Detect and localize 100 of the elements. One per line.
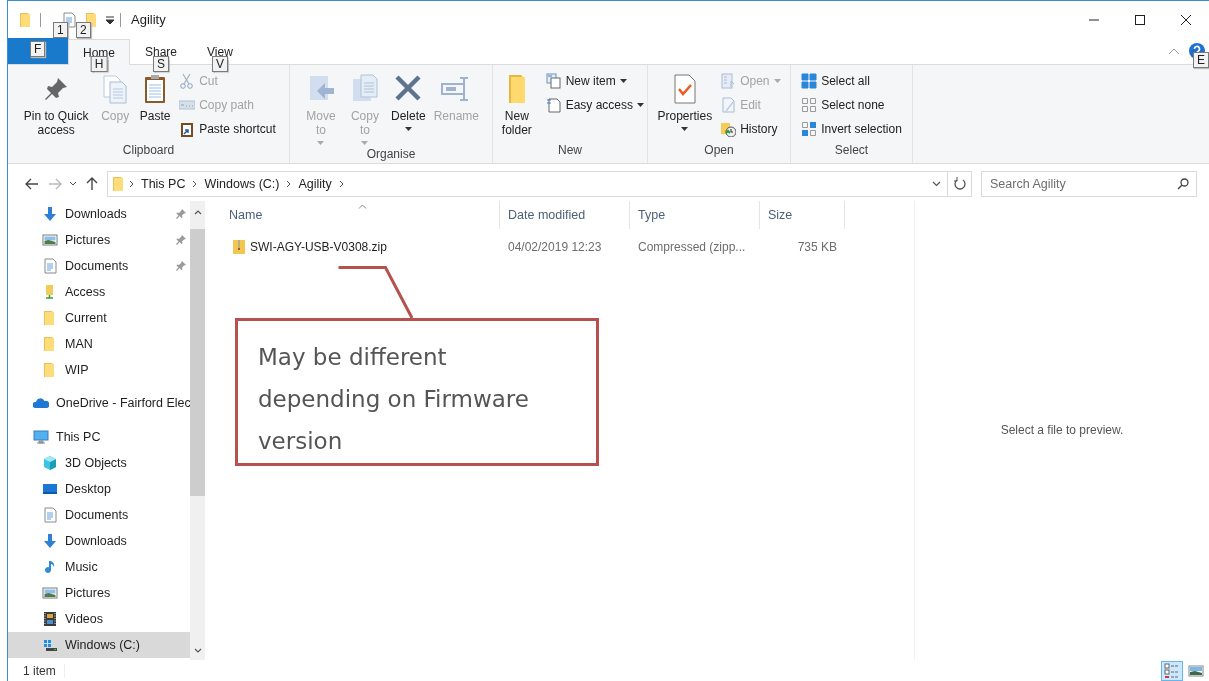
callout-note: May be different depending on Firmware version [235, 318, 599, 466]
pin-icon [176, 209, 186, 219]
keytip: 2 [76, 22, 91, 38]
nav-item[interactable]: WIP [8, 357, 190, 383]
chevron-right-icon [286, 179, 292, 188]
nav-item[interactable]: Desktop [8, 476, 190, 502]
ribbon-button[interactable]: Select none [798, 93, 905, 116]
nav-item[interactable]: Current [8, 305, 190, 331]
nav-item[interactable]: Music [8, 554, 190, 580]
group-label: Open [703, 143, 735, 159]
item-count: 1 item [23, 663, 65, 678]
chevron-down-icon [69, 181, 77, 186]
nav-item[interactable]: Videos [8, 606, 190, 632]
select-all-icon [801, 72, 818, 89]
nav-item[interactable]: Pictures [8, 580, 190, 606]
ribbon-button[interactable]: New item [542, 69, 647, 92]
ribbon-button[interactable]: Select all [798, 69, 905, 92]
group-label: New [557, 143, 583, 159]
nav-item[interactable]: Documents [8, 502, 190, 528]
desktop-icon [42, 481, 58, 497]
shortcut-icon [179, 120, 196, 137]
address-dropdown-icon[interactable] [932, 180, 941, 187]
keytip: S [153, 56, 170, 72]
group-label: Select [833, 143, 870, 159]
up-icon [85, 176, 98, 191]
view-button[interactable] [1161, 660, 1183, 681]
nav-item[interactable]: Downloads [8, 201, 190, 227]
caret-icon [681, 127, 689, 131]
chevron-right-icon [338, 179, 344, 188]
preview-message: Select a file to preview. [1000, 422, 1124, 437]
column-header[interactable]: Size [760, 201, 845, 229]
nav-item[interactable]: Downloads [8, 528, 190, 554]
group-label: Clipboard [121, 143, 176, 159]
caret-icon [361, 141, 369, 145]
nav-item[interactable]: Windows (C:) [8, 632, 190, 658]
column-header[interactable]: Date modified [500, 201, 630, 229]
column-header[interactable]: Type [630, 201, 760, 229]
table-cell-text: 04/02/2019 12:23 [507, 240, 603, 254]
cube-icon [42, 455, 58, 471]
table-cell-text: 735 KB [796, 240, 838, 254]
document-icon [42, 258, 58, 274]
maximize-icon [1135, 14, 1145, 25]
nav-item[interactable]: This PC [8, 424, 190, 450]
ribbon-button[interactable]: Properties [654, 69, 716, 133]
ribbon-button[interactable]: History [717, 117, 784, 140]
scroll-up-icon[interactable] [193, 210, 202, 215]
collapse-ribbon-icon[interactable] [1169, 48, 1179, 54]
keytip: F [30, 41, 46, 57]
breadcrumb[interactable]: This PC [136, 176, 191, 191]
forward-icon [47, 177, 62, 190]
nav-item[interactable]: Pictures [8, 227, 190, 253]
drive-icon [42, 637, 58, 653]
ribbon-button[interactable]: Pin to Quick access [18, 69, 95, 139]
document-icon [42, 507, 58, 523]
keytip: 1 [53, 22, 68, 38]
caret-icon [773, 78, 781, 83]
ribbon-button[interactable]: Delete [387, 69, 429, 133]
picture-icon [42, 585, 58, 601]
ribbon-button[interactable]: Easy access [542, 93, 647, 116]
file-name[interactable]: SWI-AGY-USB-V0308.zip [250, 240, 387, 254]
ribbon-button[interactable]: Invert selection [798, 117, 905, 140]
chevron-right-icon [192, 179, 198, 188]
keytip: H [90, 56, 108, 72]
ribbon-button[interactable]: New folder [493, 69, 541, 139]
chevron-right-icon [129, 179, 134, 188]
breadcrumb[interactable]: Windows (C:) [199, 176, 285, 191]
customize-caret-icon[interactable] [106, 15, 114, 24]
scroll-down-icon[interactable] [193, 648, 202, 653]
details-view-icon [1164, 662, 1180, 679]
scissors-icon [179, 72, 196, 89]
nav-item[interactable]: Access [8, 279, 190, 305]
keytip: V [211, 56, 228, 72]
caret-icon [619, 78, 627, 83]
nav-item[interactable]: MAN [8, 331, 190, 357]
caret-icon [637, 102, 644, 107]
keytip: E [1193, 52, 1209, 68]
download-icon [42, 206, 58, 222]
large-icons-view-icon [1188, 662, 1204, 679]
nav-item[interactable]: OneDrive - Fairford Elec [8, 390, 190, 416]
column-header[interactable]: Name [205, 201, 500, 229]
zip-folder-icon [232, 239, 246, 255]
computer-icon [33, 429, 49, 445]
film-icon [42, 611, 58, 627]
ribbon-button[interactable]: Paste [136, 69, 175, 125]
table-cell-text: Compressed (zipp... [637, 240, 747, 254]
window-title: Agility [131, 12, 166, 27]
sort-ascending-icon [358, 204, 367, 209]
address-field[interactable]: This PC Windows (C:) Agility [107, 170, 972, 197]
download-icon [42, 533, 58, 549]
scroll-thumb[interactable] [190, 229, 205, 496]
ribbon-button[interactable]: Paste shortcut [176, 117, 279, 140]
search-field[interactable]: Search Agility [981, 170, 1197, 197]
file-tab[interactable]: F [8, 38, 68, 64]
nav-item[interactable]: 3D Objects [8, 450, 190, 476]
back-icon [24, 177, 39, 190]
breadcrumb[interactable]: Agility [293, 176, 337, 191]
picture-icon [42, 232, 58, 248]
nav-item[interactable]: Documents [8, 253, 190, 279]
refresh-icon [953, 177, 966, 190]
search-icon [1177, 177, 1189, 190]
